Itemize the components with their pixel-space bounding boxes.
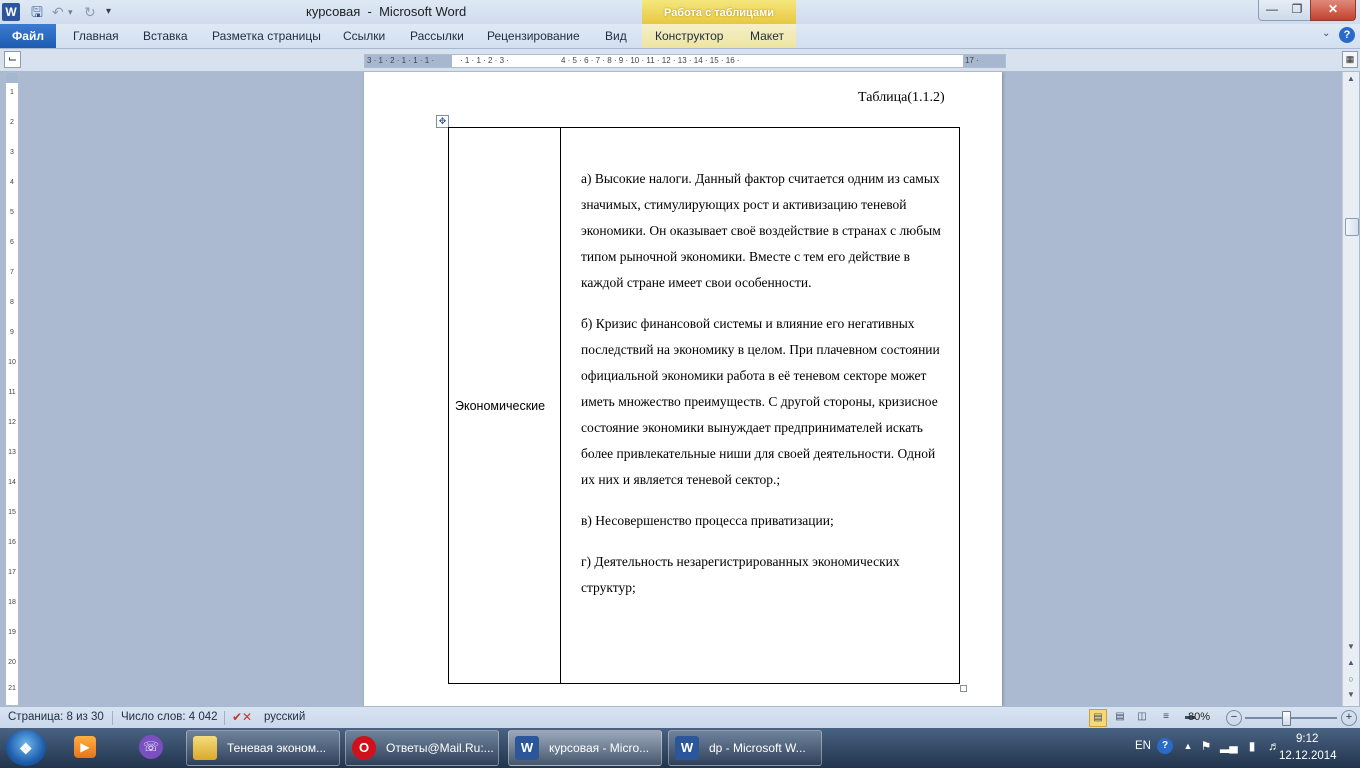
- save-icon[interactable]: 🖫: [28, 3, 46, 21]
- status-separator: [224, 711, 225, 725]
- tray-help-icon[interactable]: ?: [1157, 738, 1173, 754]
- maximize-button[interactable]: ❐: [1284, 0, 1311, 21]
- vertical-ruler[interactable]: 12 34 56 78 9 10 11 12 13 14 15 16 17 18 19 20…: [5, 72, 19, 706]
- ruler-top-margin: [6, 73, 18, 83]
- taskbar-item-folder[interactable]: Теневая эконом...: [186, 730, 340, 766]
- ruler-tick: 4 · 5 · 6 · 7 · 8 · 9 · 10 · 11 · 12 · 1…: [561, 56, 740, 65]
- scroll-down-icon[interactable]: ▼: [1343, 640, 1359, 654]
- document-table[interactable]: Экономические а) Высокие налоги. Данный …: [448, 127, 960, 684]
- scroll-up-icon[interactable]: ▲: [1343, 72, 1359, 86]
- table-cell-factors[interactable]: а) Высокие налоги. Данный фактор считает…: [581, 166, 951, 616]
- minimize-button[interactable]: —: [1258, 0, 1286, 21]
- factor-paragraph-c: в) Несовершенство процесса приватизации;: [581, 513, 834, 528]
- horizontal-ruler-row: ⌙ 3 · 1 · 2 · 1 · 1 · 1 · · 1 · 1 · 2 · …: [0, 49, 1360, 71]
- media-player-pin[interactable]: ▶: [62, 731, 106, 765]
- windows-taskbar: ❖ ▶ ☏ Теневая эконом... O Ответы@Mail.Ru…: [0, 728, 1360, 768]
- taskbar-item-word-dp[interactable]: W dp - Microsoft W...: [668, 730, 822, 766]
- document-page[interactable]: Таблица(1.1.2) ✥ Экономические а) Высоки…: [364, 72, 1002, 706]
- word-icon: W: [515, 736, 539, 760]
- table-cell-category: Экономические: [455, 399, 546, 413]
- action-center-flag-icon[interactable]: ⚑: [1198, 738, 1214, 754]
- zoom-out-icon[interactable]: −: [1226, 710, 1242, 726]
- word-app-icon[interactable]: W: [2, 3, 20, 21]
- previous-page-icon[interactable]: ▲: [1343, 656, 1359, 670]
- customize-quick-access-icon[interactable]: ▾: [106, 3, 118, 21]
- word-count-status[interactable]: Число слов: 4 042: [121, 711, 218, 723]
- help-icon[interactable]: ?: [1339, 27, 1355, 43]
- ribbon-tab-bar: Файл Главная Вставка Разметка страницы С…: [0, 24, 1360, 49]
- zoom-in-icon[interactable]: +: [1341, 710, 1357, 726]
- document-workspace[interactable]: Таблица(1.1.2) ✥ Экономические а) Высоки…: [22, 72, 1340, 706]
- taskbar-item-label: Теневая эконом...: [227, 741, 327, 755]
- taskbar-item-label: курсовая - Micro...: [549, 741, 650, 755]
- select-browse-object-icon[interactable]: ○: [1343, 672, 1359, 686]
- ruler-tick: 17 ·: [965, 56, 979, 65]
- tab-mailings[interactable]: Рассылки: [410, 29, 464, 43]
- status-separator: [112, 711, 113, 725]
- table-caption: Таблица(1.1.2): [858, 90, 945, 105]
- title-bar: W 🖫 ↶ ▾ ↻ ▾ курсовая - Microsoft Word Ра…: [0, 0, 1360, 24]
- zoom-level[interactable]: 80%: [1188, 711, 1210, 723]
- horizontal-ruler[interactable]: 3 · 1 · 2 · 1 · 1 · 1 · · 1 · 1 · 2 · 3 …: [364, 54, 1006, 68]
- expand-ribbon-icon[interactable]: ⌄: [1322, 28, 1330, 39]
- print-layout-view-icon[interactable]: ▤: [1089, 709, 1107, 727]
- show-hidden-icons-icon[interactable]: ▲: [1180, 738, 1196, 754]
- media-player-icon: ▶: [74, 736, 96, 758]
- viber-icon: ☏: [139, 735, 163, 759]
- full-screen-reading-icon[interactable]: ▤: [1112, 709, 1128, 725]
- window-title: курсовая - Microsoft Word: [306, 4, 467, 19]
- zoom-slider[interactable]: [1245, 717, 1337, 719]
- zoom-slider-thumb[interactable]: [1281, 711, 1291, 726]
- table-column-divider[interactable]: [560, 128, 561, 683]
- tab-view[interactable]: Вид: [605, 29, 627, 43]
- tab-table-design[interactable]: Конструктор: [655, 29, 723, 43]
- redo-icon[interactable]: ↻: [84, 3, 102, 21]
- ruler-tick: 3 · 1 · 2 · 1 · 1 · 1 ·: [367, 56, 435, 65]
- tab-file[interactable]: Файл: [0, 24, 56, 48]
- undo-dropdown-icon[interactable]: ▾: [68, 3, 78, 21]
- folder-icon: [193, 736, 217, 760]
- tab-review[interactable]: Рецензирование: [487, 29, 580, 43]
- factor-paragraph-a: а) Высокие налоги. Данный фактор считает…: [581, 171, 941, 290]
- view-ruler-icon[interactable]: ▦: [1342, 51, 1358, 68]
- close-button[interactable]: ✕: [1310, 0, 1356, 21]
- status-bar: Страница: 8 из 30 Число слов: 4 042 ✔✕ р…: [0, 706, 1360, 729]
- factor-paragraph-d: г) Деятельность незарегистрированных эко…: [581, 554, 900, 595]
- network-signal-icon[interactable]: ▂▄: [1220, 738, 1238, 754]
- tab-stop-selector[interactable]: ⌙: [4, 51, 21, 68]
- clock-time[interactable]: 9:12: [1296, 733, 1318, 745]
- language-status[interactable]: русский: [264, 711, 305, 723]
- proofing-errors-icon[interactable]: ✔✕: [232, 710, 252, 724]
- next-page-icon[interactable]: ▼: [1343, 688, 1359, 702]
- ruler-tick: · 1 · 1 · 2 · 3 ·: [460, 56, 509, 65]
- table-tools-contextual-header: Работа с таблицами: [642, 0, 796, 24]
- input-language-indicator[interactable]: EN: [1135, 740, 1151, 752]
- taskbar-item-opera[interactable]: O Ответы@Mail.Ru:...: [345, 730, 499, 766]
- tab-insert[interactable]: Вставка: [143, 29, 188, 43]
- tab-page-layout[interactable]: Разметка страницы: [212, 29, 321, 43]
- factor-paragraph-b: б) Кризис финансовой системы и влияние е…: [581, 316, 940, 487]
- windows-logo-icon: ❖: [19, 741, 33, 758]
- scroll-thumb[interactable]: [1345, 218, 1359, 236]
- tab-home[interactable]: Главная: [73, 29, 119, 43]
- taskbar-item-word-kursovaya[interactable]: W курсовая - Micro...: [508, 730, 662, 766]
- web-layout-icon[interactable]: ◫: [1134, 709, 1150, 725]
- taskbar-item-label: dp - Microsoft W...: [709, 741, 806, 755]
- outline-view-icon[interactable]: ≡: [1158, 709, 1174, 725]
- vertical-scrollbar[interactable]: ▲ ▼ ▲ ○ ▼: [1342, 72, 1359, 706]
- opera-icon: O: [352, 736, 376, 760]
- word-icon: W: [675, 736, 699, 760]
- tab-references[interactable]: Ссылки: [343, 29, 385, 43]
- table-resize-handle[interactable]: [960, 685, 967, 692]
- start-button[interactable]: ❖: [6, 730, 46, 766]
- tab-table-layout[interactable]: Макет: [750, 29, 784, 43]
- taskbar-item-label: Ответы@Mail.Ru:...: [386, 741, 494, 755]
- page-count-status[interactable]: Страница: 8 из 30: [8, 711, 104, 723]
- battery-icon[interactable]: ▮: [1244, 738, 1260, 754]
- clock-date[interactable]: 12.12.2014: [1279, 750, 1337, 762]
- viber-pin[interactable]: ☏: [128, 731, 172, 765]
